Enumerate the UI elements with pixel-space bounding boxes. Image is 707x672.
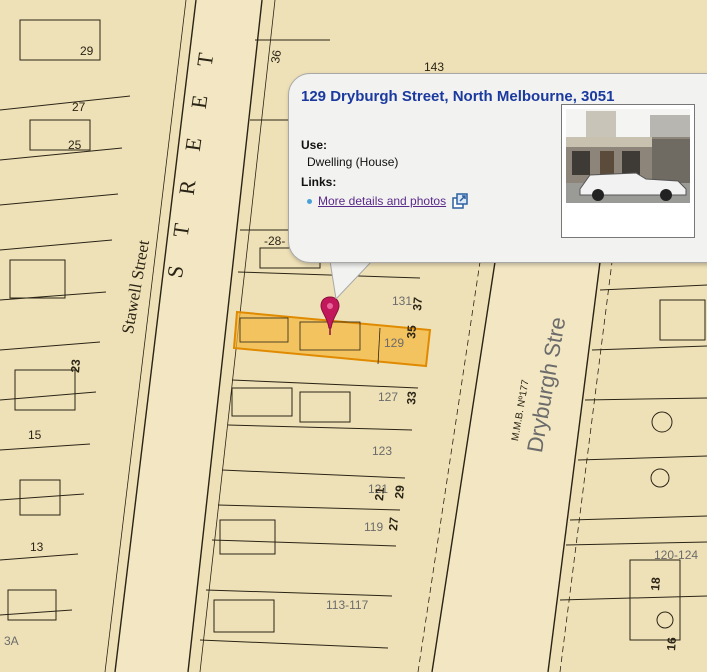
lot-number: 27 xyxy=(72,100,86,114)
lot-number: 131 xyxy=(392,294,413,308)
lot-number: 21 xyxy=(372,486,388,502)
lot-number: 33 xyxy=(404,390,420,406)
lot-number: 143 xyxy=(424,60,445,74)
lot-number: 29 xyxy=(80,44,94,58)
lot-number: 23 xyxy=(68,358,84,374)
lot-number: 127 xyxy=(378,390,399,404)
lot-number: 123 xyxy=(372,444,393,458)
map-pin-icon[interactable] xyxy=(319,296,341,336)
lot-number: 15 xyxy=(28,428,42,442)
lot-number: 25 xyxy=(68,138,82,152)
lot-number: 129 xyxy=(384,336,405,350)
lot-number: 3A xyxy=(4,634,19,648)
lot-number: 16 xyxy=(664,636,680,652)
info-popup[interactable]: 129 Dryburgh Street, North Melbourne, 30… xyxy=(288,73,707,263)
lot-number: 36 xyxy=(268,48,285,65)
lot-number: 13 xyxy=(30,540,44,554)
external-window-icon[interactable] xyxy=(452,193,468,209)
lot-number: 29 xyxy=(392,484,408,500)
lot-number: 37 xyxy=(410,296,426,312)
more-details-link[interactable]: More details and photos xyxy=(318,194,446,208)
popup-title: 129 Dryburgh Street, North Melbourne, 30… xyxy=(301,88,615,105)
lot-number: 119 xyxy=(364,520,384,534)
link-row: More details and photos xyxy=(307,193,468,209)
lot-number: 18 xyxy=(648,576,664,592)
lot-number: 35 xyxy=(404,324,420,340)
use-label: Use: xyxy=(301,138,328,152)
use-value: Dwelling (House) xyxy=(307,155,399,169)
lot-number: -28- xyxy=(264,234,286,248)
house-photo[interactable] xyxy=(566,109,690,203)
lot-number: 120-124 xyxy=(654,548,699,562)
property-photo-frame[interactable] xyxy=(561,104,695,238)
links-label: Links: xyxy=(301,175,337,189)
lot-number: 27 xyxy=(386,516,402,532)
bullet-icon xyxy=(307,198,312,204)
lot-number: 113-117 xyxy=(326,598,369,612)
popup-tail xyxy=(330,261,372,299)
